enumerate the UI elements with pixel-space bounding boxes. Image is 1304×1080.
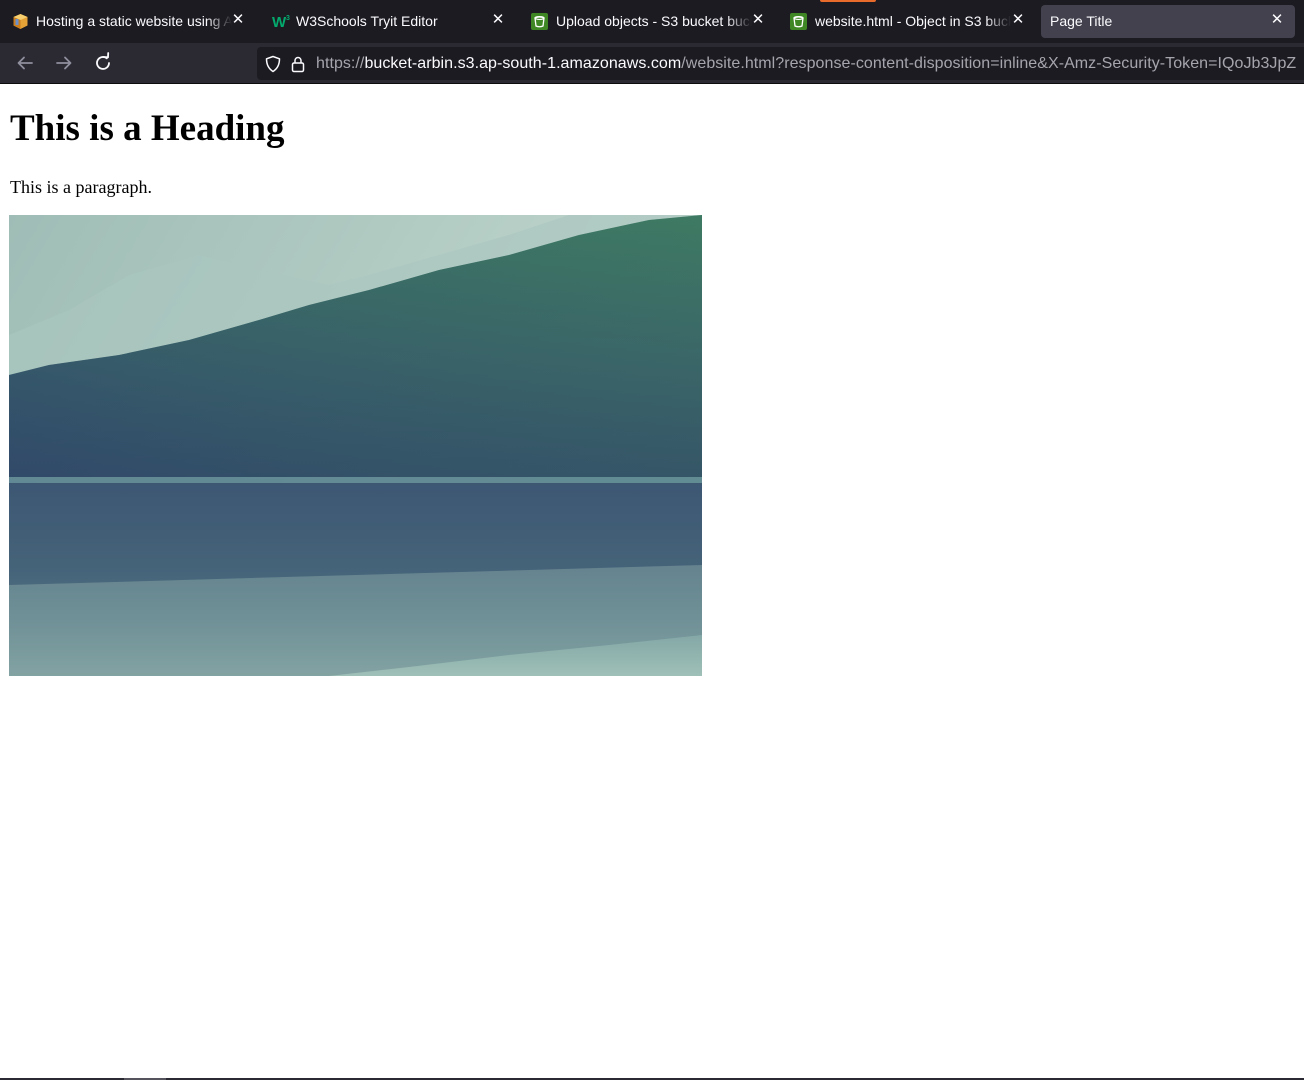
close-tab-icon[interactable]: ✕ xyxy=(1267,10,1287,30)
aws-docs-box-icon xyxy=(13,14,28,29)
s3-bucket-icon xyxy=(531,13,548,30)
lake-and-forested-mountain-photo xyxy=(9,215,702,676)
tab-title: W3Schools Tryit Editor xyxy=(296,13,438,29)
tab-title: Hosting a static website using A xyxy=(36,13,232,29)
close-tab-icon[interactable]: ✕ xyxy=(228,10,248,30)
url-field[interactable]: https://bucket-arbin.s3.ap-south-1.amazo… xyxy=(316,55,1296,73)
tracking-protection-shield-icon[interactable] xyxy=(264,55,282,73)
tab-upload-objects[interactable]: Upload objects - S3 bucket buck ✕ xyxy=(520,5,778,38)
s3-bucket-icon xyxy=(790,13,807,30)
lock-icon[interactable] xyxy=(289,55,307,73)
url-scheme: https:// xyxy=(316,55,365,72)
forward-arrow-icon[interactable] xyxy=(50,49,78,77)
back-arrow-icon[interactable] xyxy=(11,49,39,77)
tab-page-title[interactable]: Page Title ✕ xyxy=(1041,5,1295,38)
tab-strip: Hosting a static website using A ✕ W 3 W… xyxy=(0,0,1304,43)
close-tab-icon[interactable]: ✕ xyxy=(748,10,768,30)
tab-title: Upload objects - S3 bucket buck xyxy=(556,13,752,29)
navigation-toolbar: https://bucket-arbin.s3.ap-south-1.amazo… xyxy=(0,43,1304,84)
w3schools-logo-icon: W 3 xyxy=(272,14,290,30)
tab-website-html-object[interactable]: website.html - Object in S3 buck ✕ xyxy=(780,5,1038,38)
tab-w3schools[interactable]: W 3 W3Schools Tryit Editor ✕ xyxy=(260,5,518,38)
web-page-content: This is a Heading This is a paragraph. xyxy=(0,84,1304,1078)
tab-title: website.html - Object in S3 buck xyxy=(815,13,1011,29)
reload-icon[interactable] xyxy=(89,49,117,77)
url-path: /website.html?response-content-dispositi… xyxy=(681,55,1297,72)
url-host: bucket-arbin.s3.ap-south-1.amazonaws.com xyxy=(364,55,682,72)
svg-text:W: W xyxy=(272,14,287,30)
close-tab-icon[interactable]: ✕ xyxy=(1008,10,1028,30)
page-heading: This is a Heading xyxy=(10,108,285,149)
address-bar[interactable]: https://bucket-arbin.s3.ap-south-1.amazo… xyxy=(257,47,1304,80)
tab-hosting-static-website[interactable]: Hosting a static website using A ✕ xyxy=(0,5,258,38)
svg-text:3: 3 xyxy=(286,15,290,22)
tab-title: Page Title xyxy=(1050,13,1113,29)
page-paragraph: This is a paragraph. xyxy=(10,177,152,197)
close-tab-icon[interactable]: ✕ xyxy=(488,10,508,30)
tab-loading-indicator xyxy=(820,0,876,2)
